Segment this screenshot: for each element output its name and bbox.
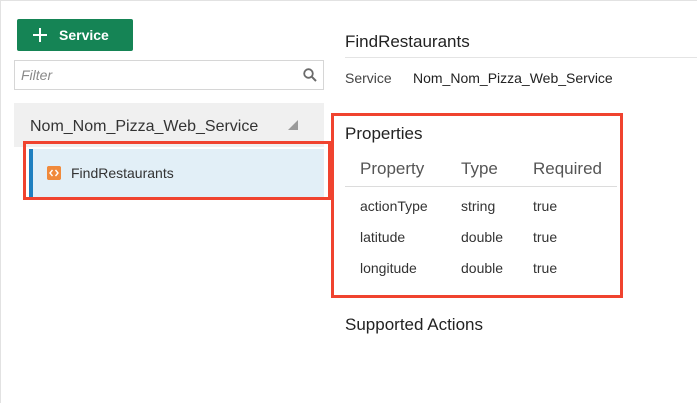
cell-property: latitude: [360, 229, 406, 245]
tree-item-findrestaurants[interactable]: FindRestaurants: [29, 149, 324, 197]
cell-required: true: [533, 198, 558, 214]
add-service-button[interactable]: Service: [17, 19, 133, 51]
title-divider: [345, 57, 697, 58]
column-header-type: Type: [461, 159, 498, 178]
column-header-property: Property: [360, 159, 425, 178]
filter-input[interactable]: [15, 61, 295, 89]
column-header-required: Required: [533, 159, 602, 178]
tree-group-label: Nom_Nom_Pizza_Web_Service: [30, 118, 259, 135]
cell-property: longitude: [360, 260, 417, 276]
cell-type: string: [461, 198, 496, 214]
cell-type: double: [461, 260, 504, 276]
table-header-rule: [345, 186, 617, 187]
add-service-label: Service: [59, 27, 109, 43]
tree-item-label: FindRestaurants: [71, 165, 174, 181]
service-label: Service: [345, 70, 392, 86]
filter-box: [14, 60, 324, 90]
collapse-icon[interactable]: [288, 120, 298, 130]
search-icon[interactable]: [303, 68, 317, 82]
operation-title: FindRestaurants: [345, 32, 470, 51]
cell-required: true: [533, 260, 558, 276]
tree-group-service[interactable]: Nom_Nom_Pizza_Web_Service: [14, 103, 324, 147]
cell-type: double: [461, 229, 504, 245]
cell-property: actionType: [360, 198, 428, 214]
service-value: Nom_Nom_Pizza_Web_Service: [413, 70, 613, 86]
supported-actions-title: Supported Actions: [345, 315, 483, 334]
api-operation-icon: [47, 166, 61, 180]
plus-icon: [33, 28, 47, 42]
cell-required: true: [533, 229, 558, 245]
properties-title: Properties: [345, 124, 423, 143]
